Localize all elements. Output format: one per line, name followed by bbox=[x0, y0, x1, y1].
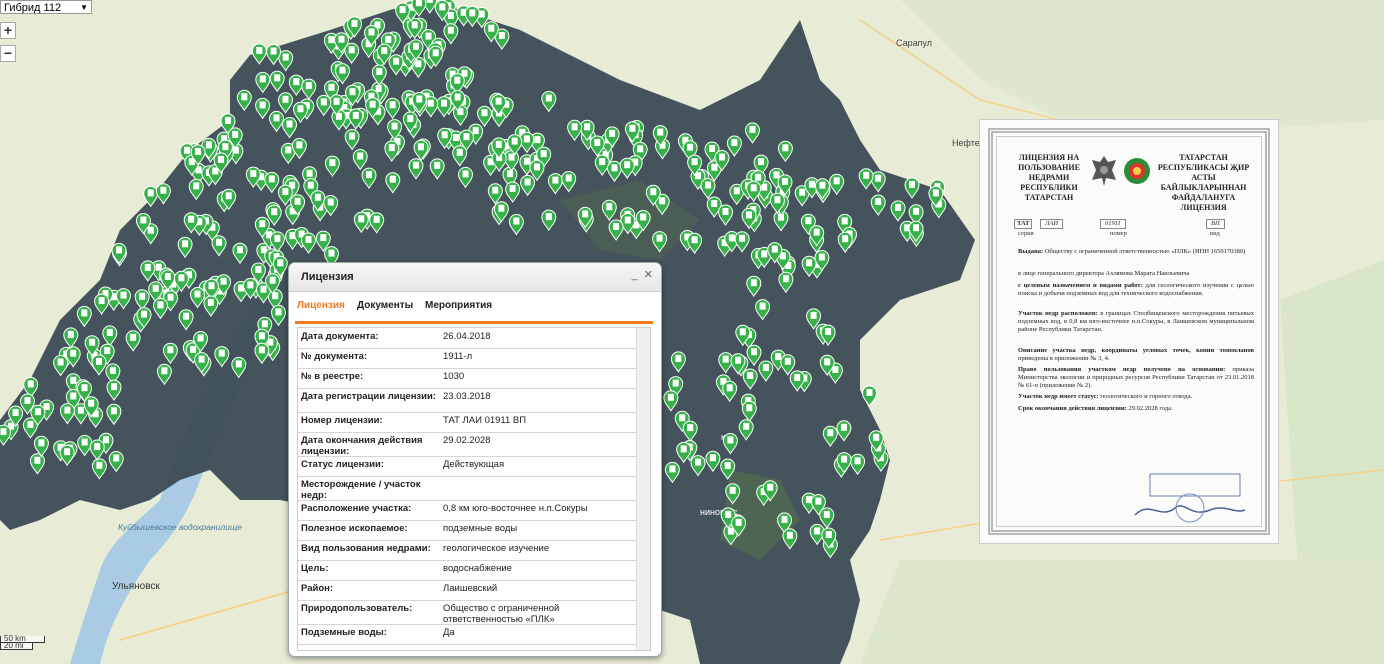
row-value: Действующая bbox=[443, 459, 505, 470]
doc-number: 01911 bbox=[1100, 219, 1126, 229]
zoom-out-button[interactable]: − bbox=[0, 45, 16, 62]
row-label: № документа: bbox=[301, 351, 368, 362]
table-scrollbar[interactable] bbox=[636, 328, 650, 650]
emblem-russia-icon bbox=[1092, 156, 1116, 186]
row-label: Цель: bbox=[301, 563, 329, 574]
row-label: Расположение участка: bbox=[301, 503, 412, 514]
doc-series-code: ЛАИ bbox=[1040, 219, 1064, 229]
tab-events[interactable]: Мероприятия bbox=[425, 300, 492, 311]
row-label: Дата окончания действия лицензии: bbox=[301, 435, 423, 457]
table-row: Цель: водоснабжение bbox=[298, 560, 636, 581]
table-row: Полезное ископаемое: подземные воды bbox=[298, 520, 636, 541]
license-document-image: ЛИЦЕНЗИЯ НА ПОЛЬЗОВАНИЕ НЕДРАМИ РЕСПУБЛИ… bbox=[979, 119, 1279, 544]
layer-select[interactable]: Гибрид 112 ▼ bbox=[0, 0, 92, 14]
doc-kind: ВП bbox=[1206, 219, 1225, 229]
emblem-tatarstan-icon bbox=[1124, 158, 1150, 184]
table-row: Дата регистрации лицензии: 23.03.2018 bbox=[298, 388, 636, 413]
doc-site: Участок недр расположен: в границах Стол… bbox=[1018, 310, 1255, 333]
popup-controls: _ ✕ bbox=[629, 268, 653, 281]
row-value: Да bbox=[443, 627, 455, 638]
row-label: № в реестре: bbox=[301, 371, 364, 382]
label-reservoir: Куйбышевское водохранилище bbox=[118, 522, 242, 532]
row-value: 23.03.2018 bbox=[443, 391, 491, 402]
table-row: Дата окончания действия лицензии: 29.02.2… bbox=[298, 432, 636, 457]
row-value: 29.02.2028 bbox=[443, 435, 491, 446]
row-value: 0,8 км юго-восточнее н.п.Сокуры bbox=[443, 503, 588, 514]
table-row: Природопользователь: Общество с ограничен… bbox=[298, 600, 636, 625]
scale-mi: 20 mi bbox=[0, 642, 33, 650]
doc-series-label: серия bbox=[1018, 230, 1034, 237]
zoom-control: + − bbox=[0, 22, 16, 68]
doc-status: Участок недр имеет статус: геологическог… bbox=[1018, 393, 1193, 400]
doc-right-header: ТАТАРСТАН РЕСПУБЛИКАСЫ ҖИР АСТЫ БАЙЛЫКЛА… bbox=[1157, 153, 1250, 212]
doc-basis: Право пользования участком недр получено… bbox=[1018, 366, 1254, 389]
table-row: Статус лицензии: Действующая bbox=[298, 456, 636, 477]
tab-license[interactable]: Лицензия bbox=[297, 300, 345, 311]
row-label: Статус лицензии: bbox=[301, 459, 384, 470]
row-value: водоснабжение bbox=[443, 563, 512, 574]
row-label: Вид пользования недрами: bbox=[301, 543, 431, 554]
close-icon[interactable]: ✕ bbox=[644, 269, 653, 281]
zoom-in-button[interactable]: + bbox=[0, 22, 16, 39]
table-row: Вид пользования недрами: геологическое из… bbox=[298, 540, 636, 561]
row-value: ТАТ ЛАИ 01911 ВП bbox=[443, 415, 527, 426]
row-label: Номер лицензии: bbox=[301, 415, 383, 426]
row-value: 26.04.2018 bbox=[443, 331, 491, 342]
row-value: 1030 bbox=[443, 371, 465, 382]
doc-kind-label: вид bbox=[1210, 230, 1220, 237]
table-row: Подземные воды: Да bbox=[298, 624, 636, 645]
doc-series: ТАТ bbox=[1014, 219, 1033, 229]
row-label: Дата документа: bbox=[301, 331, 379, 342]
table-row: Дата документа: 26.04.2018 bbox=[298, 328, 636, 349]
label-neftekamsk: Нефте bbox=[952, 138, 980, 148]
row-value: геологическое изучение bbox=[443, 543, 550, 554]
stamp-signature bbox=[1134, 473, 1246, 523]
table-row: Номер лицензии: ТАТ ЛАИ 01911 ВП bbox=[298, 412, 636, 433]
doc-coords: Описание участка недр, координаты угловы… bbox=[1018, 347, 1254, 362]
table-row: № документа: 1911-л bbox=[298, 348, 636, 369]
label-sarapul: Сарапул bbox=[896, 38, 932, 48]
row-label: Месторождение / участок недр: bbox=[301, 479, 421, 501]
row-label: Дата регистрации лицензии: bbox=[301, 391, 436, 402]
layer-select-value: Гибрид 112 bbox=[4, 2, 62, 14]
popup-title: Лицензия bbox=[301, 271, 354, 283]
doc-purpose: с целевым назначением и видами работ: дл… bbox=[1018, 282, 1254, 297]
tab-documents[interactable]: Документы bbox=[357, 300, 413, 311]
table-row: Месторождение / участок недр: bbox=[298, 476, 636, 501]
row-label: Подземные воды: bbox=[301, 627, 387, 638]
row-label: Район: bbox=[301, 583, 334, 594]
row-value: 1911-л bbox=[443, 351, 473, 362]
license-popup: Лицензия _ ✕ Лицензия Документы Мероприя… bbox=[288, 262, 662, 657]
label-ulyanovsk: Ульяновск bbox=[112, 581, 160, 592]
table-row: Расположение участка: 0,8 км юго-восточне… bbox=[298, 500, 636, 521]
minimize-icon[interactable]: _ bbox=[632, 269, 638, 281]
row-value: Общество с ограниченной ответственностью… bbox=[443, 603, 560, 625]
row-value: подземные воды bbox=[443, 523, 518, 534]
table-row: Район: Лаишевский bbox=[298, 580, 636, 601]
doc-represented: в лице генерального директора Ахлямова М… bbox=[1018, 270, 1190, 277]
chevron-down-icon: ▼ bbox=[80, 3, 88, 12]
scale-bar: 50 km 20 mi bbox=[0, 635, 45, 650]
row-label: Полезное ископаемое: bbox=[301, 523, 408, 534]
doc-left-header: ЛИЦЕНЗИЯ НА ПОЛЬЗОВАНИЕ НЕДРАМИ РЕСПУБЛИ… bbox=[1018, 153, 1080, 202]
doc-expiry: Срок окончания действия лицензии: 29.02.… bbox=[1018, 405, 1173, 412]
row-label: Природопользователь: bbox=[301, 603, 413, 614]
doc-issued: Выдана: Обществу с ограниченной ответств… bbox=[1018, 248, 1246, 255]
row-value: Лаишевский bbox=[443, 583, 498, 594]
table-row: № в реестре: 1030 bbox=[298, 368, 636, 389]
popup-tabs: Лицензия Документы Мероприятия bbox=[295, 297, 653, 324]
doc-number-label: номер bbox=[1110, 230, 1127, 237]
popup-header: Лицензия _ ✕ bbox=[289, 263, 661, 292]
license-table: Дата документа: 26.04.2018 № документа: 191… bbox=[297, 327, 651, 651]
